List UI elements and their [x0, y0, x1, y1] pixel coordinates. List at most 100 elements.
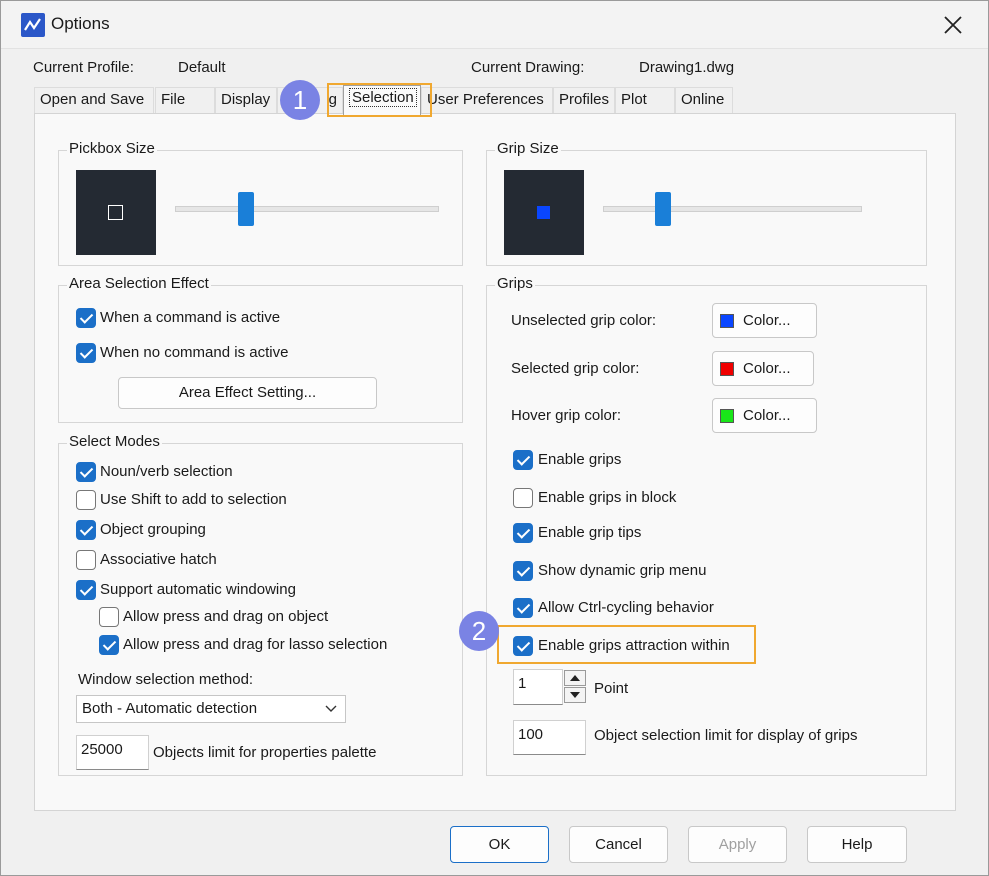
allow-press-drag-lasso-label: Allow press and drag for lasso selection [123, 636, 388, 653]
grip-size-slider-thumb[interactable] [654, 192, 671, 226]
pickbox-square-icon [108, 205, 123, 220]
ok-button[interactable]: OK [450, 826, 549, 863]
hover-grip-color-label: Hover grip color: [511, 407, 622, 424]
enable-grips-label: Enable grips [538, 451, 622, 468]
attraction-point-input[interactable]: 1 [513, 669, 563, 705]
enable-grips-attraction-checkbox[interactable] [513, 636, 533, 656]
pickbox-size-title: Pickbox Size [67, 140, 157, 157]
use-shift-label: Use Shift to add to selection [100, 491, 287, 508]
allow-ctrl-cycling-label: Allow Ctrl-cycling behavior [538, 599, 714, 616]
cancel-button[interactable]: Cancel [569, 826, 668, 863]
allow-press-drag-object-label: Allow press and drag on object [123, 608, 329, 625]
enable-grip-tips-checkbox[interactable] [513, 523, 533, 543]
hover-color-swatch [720, 409, 734, 423]
show-dynamic-grip-menu-checkbox[interactable] [513, 561, 533, 581]
grip-size-title: Grip Size [495, 140, 561, 157]
allow-press-drag-lasso-checkbox[interactable] [99, 635, 119, 655]
unselected-color-swatch [720, 314, 734, 328]
unselected-grip-color-label: Unselected grip color: [511, 312, 657, 329]
selection-tab-panel: Pickbox Size Grip Size Area Selection Ef… [34, 113, 956, 811]
spinner-down-button[interactable] [564, 687, 586, 703]
noun-verb-selection-label: Noun/verb selection [100, 463, 233, 480]
pickbox-size-group: Pickbox Size [58, 140, 463, 266]
enable-grips-attraction-label: Enable grips attraction within [538, 637, 730, 654]
grip-display-limit-label: Object selection limit for display of gr… [594, 727, 858, 744]
triangle-down-icon [570, 692, 580, 698]
enable-grip-tips-label: Enable grip tips [538, 524, 642, 541]
when-no-command-active-label: When no command is active [100, 344, 289, 361]
annotation-badge-2: 2 [459, 611, 499, 651]
app-logo-icon [21, 13, 45, 37]
chevron-down-icon [325, 705, 337, 712]
selected-color-swatch [720, 362, 734, 376]
allow-ctrl-cycling-checkbox[interactable] [513, 598, 533, 618]
tab-open-and-save[interactable]: Open and Save [34, 87, 154, 113]
tab-selection[interactable]: Selection [343, 85, 421, 115]
unselected-color-button-label: Color... [743, 312, 791, 329]
pickbox-slider-track[interactable] [175, 206, 439, 212]
when-command-active-label: When a command is active [100, 309, 281, 326]
help-button[interactable]: Help [807, 826, 907, 863]
grip-square-icon [537, 206, 550, 219]
pickbox-preview [76, 170, 156, 255]
area-selection-effect-title: Area Selection Effect [67, 275, 211, 292]
object-grouping-checkbox[interactable] [76, 520, 96, 540]
triangle-up-icon [570, 675, 580, 681]
object-grouping-label: Object grouping [100, 521, 206, 538]
unselected-grip-color-button[interactable]: Color... [712, 303, 817, 338]
associative-hatch-checkbox[interactable] [76, 550, 96, 570]
area-effect-setting-button[interactable]: Area Effect Setting... [118, 377, 377, 409]
select-modes-group: Select Modes Noun/verb selection Use Shi… [58, 433, 463, 776]
window-title: Options [51, 14, 110, 33]
tab-online[interactable]: Online [675, 87, 733, 113]
grip-size-group: Grip Size [486, 140, 927, 266]
grips-title: Grips [495, 275, 535, 292]
allow-press-drag-object-checkbox[interactable] [99, 607, 119, 627]
tab-profiles[interactable]: Profiles [553, 87, 615, 113]
hover-grip-color-button[interactable]: Color... [712, 398, 817, 433]
grips-group: Grips Unselected grip color: Color... Se… [486, 275, 927, 776]
tab-display[interactable]: Display [215, 87, 277, 113]
point-label: Point [594, 680, 629, 697]
current-profile-label: Current Profile: [33, 59, 134, 76]
hover-color-button-label: Color... [743, 407, 791, 424]
selected-grip-color-label: Selected grip color: [511, 360, 640, 377]
grip-size-slider-track[interactable] [603, 206, 862, 212]
tab-file[interactable]: File [155, 87, 215, 113]
use-shift-checkbox[interactable] [76, 490, 96, 510]
when-no-command-active-checkbox[interactable] [76, 343, 96, 363]
apply-button[interactable]: Apply [688, 826, 787, 863]
grip-display-limit-input[interactable]: 100 [513, 720, 586, 755]
selected-grip-color-button[interactable]: Color... [712, 351, 814, 386]
current-drawing-label: Current Drawing: [471, 59, 585, 76]
tab-plot[interactable]: Plot [615, 87, 675, 113]
when-command-active-checkbox[interactable] [76, 308, 96, 328]
spinner-up-button[interactable] [564, 670, 586, 686]
select-modes-title: Select Modes [67, 433, 162, 450]
tab-user-preferences[interactable]: User Preferences [421, 87, 553, 113]
objects-limit-input[interactable]: 25000 [76, 735, 149, 770]
enable-grips-in-block-label: Enable grips in block [538, 489, 677, 506]
window-selection-method-label: Window selection method: [78, 671, 254, 688]
current-drawing-value: Drawing1.dwg [639, 59, 735, 76]
support-automatic-windowing-label: Support automatic windowing [100, 581, 296, 598]
close-button[interactable] [936, 9, 970, 41]
annotation-badge-1: 1 [280, 80, 320, 120]
associative-hatch-label: Associative hatch [100, 551, 217, 568]
show-dynamic-grip-menu-label: Show dynamic grip menu [538, 562, 707, 579]
selected-color-button-label: Color... [743, 360, 791, 377]
title-bar: Options [1, 1, 988, 49]
close-icon [944, 16, 962, 34]
current-profile-value: Default [178, 59, 226, 76]
objects-limit-label: Objects limit for properties palette [153, 744, 377, 761]
pickbox-slider-thumb[interactable] [238, 192, 255, 226]
noun-verb-selection-checkbox[interactable] [76, 462, 96, 482]
window-selection-method-dropdown[interactable]: Both - Automatic detection [76, 695, 346, 723]
area-selection-effect-group: Area Selection Effect When a command is … [58, 275, 463, 423]
options-dialog: Options Current Profile: Default Current… [0, 0, 989, 876]
enable-grips-in-block-checkbox[interactable] [513, 488, 533, 508]
support-automatic-windowing-checkbox[interactable] [76, 580, 96, 600]
grip-size-preview [504, 170, 584, 255]
window-selection-method-value: Both - Automatic detection [82, 700, 258, 717]
enable-grips-checkbox[interactable] [513, 450, 533, 470]
